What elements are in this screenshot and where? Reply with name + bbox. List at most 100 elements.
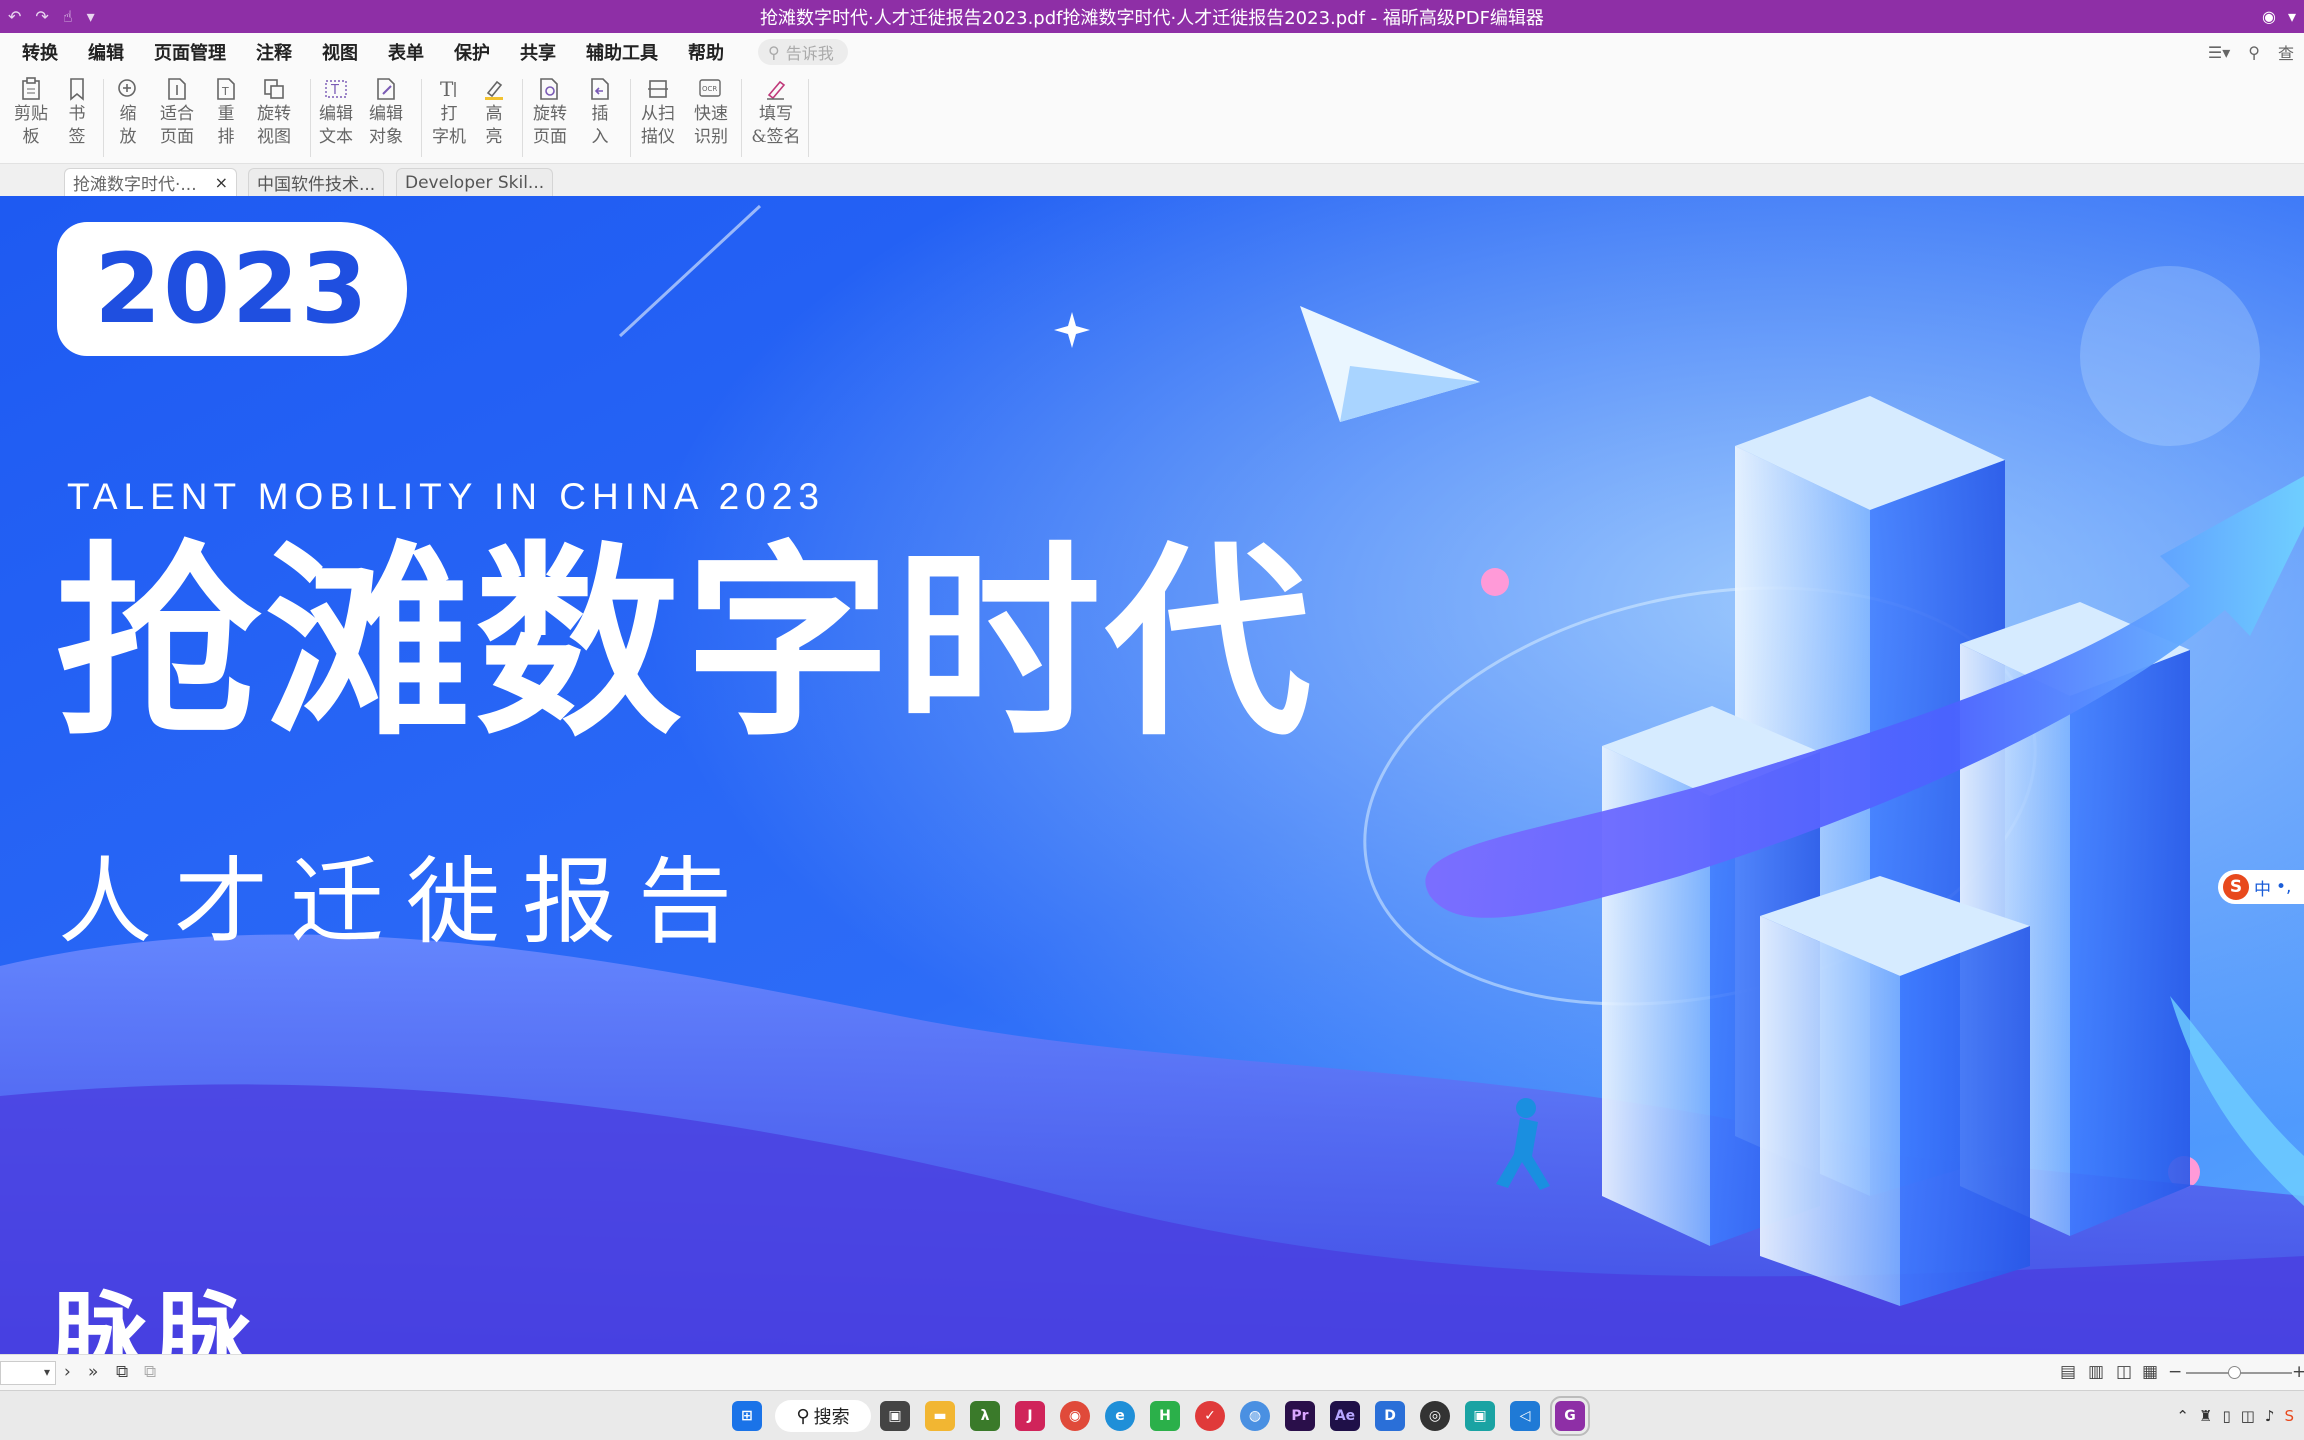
rotate-view-icon xyxy=(259,75,289,103)
insert-label: 插 入 xyxy=(591,104,609,147)
layout-toggle-icon[interactable]: ☰▾ xyxy=(2208,43,2230,62)
zoom-slider-handle[interactable] xyxy=(2228,1366,2241,1379)
reflow-icon: T xyxy=(211,75,241,103)
photos-icon[interactable]: ◍ xyxy=(1240,1401,1270,1431)
foxit-pdf-icon[interactable]: G xyxy=(1550,1396,1590,1436)
bookmark-button[interactable]: 书 签 xyxy=(55,75,99,149)
tray-volume-icon[interactable]: ◫ xyxy=(2241,1407,2255,1425)
file-explorer-icon[interactable]: ▬ xyxy=(925,1401,955,1431)
edit-object-icon xyxy=(371,75,401,103)
zoom-out-icon[interactable]: − xyxy=(2168,1362,2182,1382)
ime-mode[interactable]: 中 xyxy=(2254,875,2271,900)
undo-icon[interactable]: ↶ xyxy=(8,7,21,26)
box-app-icon[interactable]: ▣ xyxy=(1465,1401,1495,1431)
hbuilder-icon[interactable]: H xyxy=(1150,1401,1180,1431)
game-app-icon[interactable]: ◎ xyxy=(1420,1401,1450,1431)
typewriter-button[interactable]: T 打 字机 xyxy=(427,75,471,149)
brand-logo: 脉脉 xyxy=(52,1282,260,1354)
menu-page-manage[interactable]: 页面管理 xyxy=(154,39,226,65)
svg-text:T: T xyxy=(330,83,339,98)
jetbrains-icon[interactable]: J xyxy=(1015,1401,1045,1431)
tray-app-icon[interactable]: ♜ xyxy=(2199,1407,2212,1425)
edit-text-button[interactable]: T 编辑 文本 xyxy=(314,75,358,149)
customize-dropdown-icon[interactable]: ▾ xyxy=(87,7,95,26)
continuous-page-icon[interactable]: ▥ xyxy=(2088,1362,2104,1382)
facing-page-icon[interactable]: ◫ xyxy=(2116,1362,2132,1382)
find-icon[interactable]: ⚲ xyxy=(2248,43,2260,62)
tray-mic-icon[interactable]: ♪ xyxy=(2265,1407,2275,1425)
tray-ime-icon[interactable]: S xyxy=(2284,1407,2294,1425)
menu-form[interactable]: 表单 xyxy=(388,39,424,65)
lambda-app-icon[interactable]: λ xyxy=(970,1401,1000,1431)
search-icon: ⚲ xyxy=(796,1405,810,1427)
ime-toolbar[interactable]: S 中 •, xyxy=(2218,870,2304,904)
tab-document-2[interactable]: 中国软件技术... xyxy=(248,168,385,196)
task-view-icon[interactable]: ▣ xyxy=(880,1401,910,1431)
edit-object-button[interactable]: 编辑 对象 xyxy=(364,75,408,149)
chrome-icon[interactable]: ◉ xyxy=(1060,1401,1090,1431)
continuous-facing-icon[interactable]: ▦ xyxy=(2142,1362,2158,1382)
vscode-icon[interactable]: ◁ xyxy=(1510,1401,1540,1431)
taskbar-search[interactable]: ⚲ 搜索 xyxy=(775,1400,871,1432)
zoom-button[interactable]: 缩 放 xyxy=(106,75,150,149)
windows-start-icon[interactable]: ⊞ xyxy=(732,1401,762,1431)
reflow-button[interactable]: T 重 排 xyxy=(204,75,248,149)
ocr-button[interactable]: OCR 快速 识别 xyxy=(689,75,733,149)
rotate-view-button[interactable]: 旋转 视图 xyxy=(252,75,296,149)
menu-view[interactable]: 视图 xyxy=(322,39,358,65)
page-view-icon[interactable]: ⧉ xyxy=(144,1362,156,1382)
minimize-icon[interactable]: ▾ xyxy=(2288,7,2296,26)
page-dropdown-icon[interactable]: ▾ xyxy=(44,1365,50,1379)
tray-battery-icon[interactable]: ▯ xyxy=(2222,1407,2230,1425)
scanner-button[interactable]: 从扫 描仪 xyxy=(636,75,680,149)
fit-page-button[interactable]: 适合 页面 xyxy=(155,75,199,149)
scanner-label: 从扫 描仪 xyxy=(641,104,675,147)
ribbon-separator xyxy=(808,79,809,157)
reflow-label: 重 排 xyxy=(217,104,235,147)
clipboard-button[interactable]: 剪贴 板 xyxy=(9,75,53,149)
rss-app-icon[interactable]: ✓ xyxy=(1195,1401,1225,1431)
tab-document-3[interactable]: Developer Skil... xyxy=(396,168,554,196)
svg-text:T: T xyxy=(221,85,229,98)
menu-convert[interactable]: 转换 xyxy=(22,39,58,65)
fill-sign-icon xyxy=(761,75,791,103)
after-effects-icon[interactable]: Ae xyxy=(1330,1401,1360,1431)
close-tab-icon[interactable]: × xyxy=(215,173,228,192)
year-text: 2023 xyxy=(94,233,370,345)
tell-me-input[interactable]: ⚲ 告诉我 xyxy=(758,39,848,65)
account-icon[interactable]: ◉ xyxy=(2262,7,2276,26)
pdf-page[interactable]: 2023 TALENT MOBILITY IN CHINA 2023 抢滩数字时… xyxy=(0,196,2304,1354)
highlight-button[interactable]: 高 亮 xyxy=(472,75,516,149)
rotate-page-button[interactable]: 旋转 页面 xyxy=(528,75,572,149)
tray-expand-icon[interactable]: ⌃ xyxy=(2176,1407,2189,1425)
menu-protect[interactable]: 保护 xyxy=(454,39,490,65)
clipboard-icon xyxy=(16,75,46,103)
dict-app-icon[interactable]: D xyxy=(1375,1401,1405,1431)
menu-help[interactable]: 帮助 xyxy=(688,39,724,65)
next-page-icon[interactable]: › xyxy=(64,1362,71,1382)
premiere-icon[interactable]: Pr xyxy=(1285,1401,1315,1431)
ime-punct[interactable]: •, xyxy=(2276,877,2291,897)
title-bar: ↶ ↷ ☝ ▾ 抢滩数字时代·人才迁徙报告2023.pdf抢滩数字时代·人才迁徙… xyxy=(0,0,2304,33)
highlight-label: 高 亮 xyxy=(485,104,503,147)
hand-icon[interactable]: ☝ xyxy=(63,7,73,26)
edge-icon[interactable]: e xyxy=(1105,1401,1135,1431)
menu-edit[interactable]: 编辑 xyxy=(88,39,124,65)
menu-comment[interactable]: 注释 xyxy=(256,39,292,65)
menu-accessibility[interactable]: 辅助工具 xyxy=(586,39,658,65)
last-page-icon[interactable]: » xyxy=(88,1362,98,1382)
redo-icon[interactable]: ↷ xyxy=(35,7,48,26)
status-bar: ▾ › » ⧉ ⧉ ▤ ▥ ◫ ▦ − + xyxy=(0,1354,2304,1390)
menu-share[interactable]: 共享 xyxy=(520,39,556,65)
tab-document-1[interactable]: 抢滩数字时代·... × xyxy=(64,168,238,196)
svg-text:OCR: OCR xyxy=(702,85,717,93)
find-label[interactable]: 查 xyxy=(2278,40,2294,64)
tab-label: Developer Skil... xyxy=(405,172,545,193)
typewriter-label: 打 字机 xyxy=(432,104,466,147)
single-page-icon[interactable]: ▤ xyxy=(2060,1362,2076,1382)
bookmark-icon xyxy=(62,75,92,103)
zoom-in-icon[interactable]: + xyxy=(2292,1362,2304,1382)
fill-sign-button[interactable]: 填写 &签名 xyxy=(750,75,802,149)
insert-button[interactable]: 插 入 xyxy=(578,75,622,149)
copy-page-icon[interactable]: ⧉ xyxy=(116,1362,128,1382)
